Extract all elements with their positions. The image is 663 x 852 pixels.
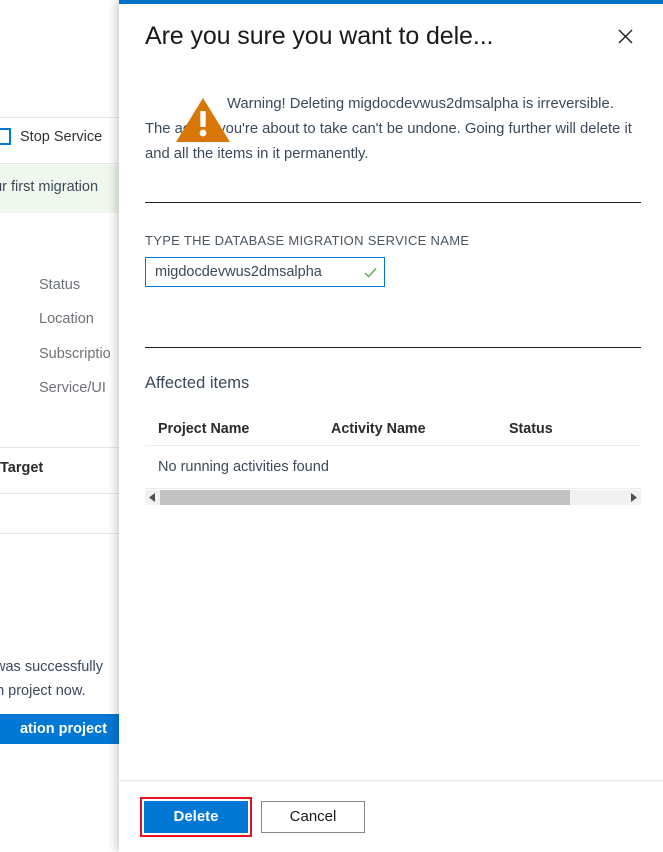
background-divider: [0, 533, 125, 534]
triangle-right-icon[interactable]: [626, 490, 641, 505]
confirm-name-input[interactable]: [146, 264, 356, 280]
background-divider: [0, 493, 125, 494]
dialog-title: Are you sure you want to dele...: [145, 22, 609, 51]
table-header-row: Project Name Activity Name Status: [145, 421, 641, 446]
affected-items-table: Project Name Activity Name Status No run…: [145, 421, 641, 505]
triangle-left-icon[interactable]: [145, 490, 160, 505]
background-new-migration-project-button[interactable]: ation project: [0, 714, 120, 744]
background-property-location: Location: [39, 311, 94, 327]
confirm-name-field[interactable]: [145, 257, 385, 287]
table-empty-message: No running activities found: [145, 446, 641, 489]
stop-service-icon: [0, 128, 11, 145]
table-header-status: Status: [509, 421, 629, 437]
table-header-project-name: Project Name: [158, 421, 331, 437]
table-horizontal-scrollbar[interactable]: [145, 490, 641, 505]
confirm-name-label: TYPE THE DATABASE MIGRATION SERVICE NAME: [145, 233, 641, 248]
background-stop-service-command[interactable]: Stop Service: [0, 128, 102, 145]
scrollbar-thumb[interactable]: [160, 490, 570, 505]
background-portal-blade: Stop Service our first migration Status …: [0, 0, 125, 852]
delete-confirmation-dialog: Are you sure you want to dele...: [119, 0, 663, 852]
warning-triangle-icon: [175, 96, 231, 144]
background-note-line-1: was successfully: [0, 659, 103, 675]
background-note-line-2: on project now.: [0, 683, 86, 699]
background-divider: [0, 117, 125, 118]
background-success-banner: our first migration: [0, 165, 125, 213]
dialog-body: Warning! Deleting migdocdevwus2dmsalpha …: [119, 68, 663, 780]
cancel-button[interactable]: Cancel: [261, 801, 365, 833]
stop-service-label: Stop Service: [20, 129, 102, 145]
affected-items-section: Affected items Project Name Activity Nam…: [145, 348, 641, 505]
background-property-service-ui: Service/UI: [39, 380, 106, 396]
confirm-name-section: TYPE THE DATABASE MIGRATION SERVICE NAME: [145, 203, 641, 347]
screen: Stop Service our first migration Status …: [0, 0, 663, 852]
background-target-heading: Target: [0, 460, 43, 476]
background-property-status: Status: [39, 277, 80, 293]
close-icon[interactable]: [609, 20, 641, 52]
delete-button[interactable]: Delete: [144, 801, 248, 833]
checkmark-icon: [356, 265, 384, 280]
delete-button-container: Delete: [140, 797, 252, 837]
affected-items-title: Affected items: [145, 374, 641, 393]
dialog-header: Are you sure you want to dele...: [119, 4, 663, 68]
background-divider: [0, 447, 125, 448]
background-divider: [0, 163, 125, 164]
warning-block: Warning! Deleting migdocdevwus2dmsalpha …: [145, 90, 641, 182]
background-banner-text: our first migration: [0, 179, 98, 195]
table-header-activity-name: Activity Name: [331, 421, 509, 437]
scrollbar-track[interactable]: [160, 490, 626, 505]
dialog-footer: Delete Cancel: [119, 780, 663, 852]
background-property-subscription: Subscriptio: [39, 346, 111, 362]
